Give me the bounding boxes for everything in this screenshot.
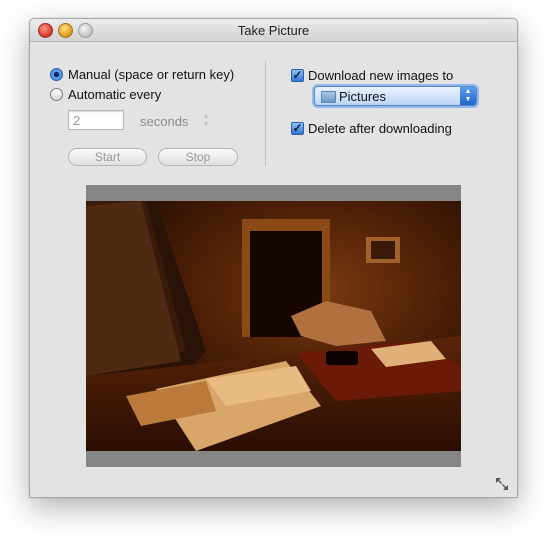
download-checkbox[interactable]: ✓ [291,69,304,82]
interval-unit-label: seconds [140,114,189,129]
download-checkbox-label[interactable]: Download new images to [308,68,453,83]
automatic-radio-label[interactable]: Automatic every [68,87,161,102]
window-title: Take Picture [237,23,310,38]
title-bar[interactable]: Take Picture [30,19,517,42]
start-button[interactable]: Start [68,148,147,166]
manual-radio-label[interactable]: Manual (space or return key) [68,67,234,82]
camera-preview [86,185,461,467]
manual-radio[interactable] [50,68,63,81]
automatic-radio[interactable] [50,88,63,101]
folder-icon [321,91,336,103]
preview-image [86,201,461,451]
take-picture-window: Take Picture Manual (space or return key… [29,18,518,498]
section-divider [265,61,266,166]
delete-checkbox[interactable]: ✓ [291,122,304,135]
delete-checkbox-label[interactable]: Delete after downloading [308,121,452,136]
destination-value: Pictures [339,89,386,104]
interval-field[interactable]: 2 [68,110,124,130]
resize-arrows-icon[interactable] [495,477,509,491]
destination-popup[interactable]: Pictures ▲ ▼ [314,86,477,106]
interval-stepper[interactable]: ▲ ▼ [202,113,210,129]
stop-button[interactable]: Stop [158,148,238,166]
popup-arrows-icon: ▲ ▼ [460,87,476,105]
